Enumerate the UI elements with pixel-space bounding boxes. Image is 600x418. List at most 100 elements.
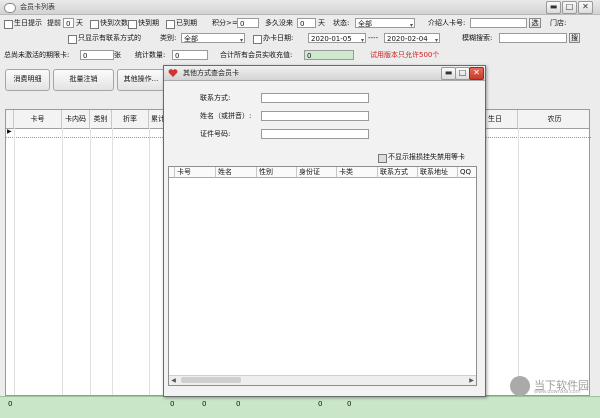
grid-line (518, 128, 519, 395)
col-qq[interactable]: QQ (458, 167, 476, 178)
dialog-minimize-button[interactable]: ▬ (441, 67, 456, 80)
only-contact-label: 只显示有联系方式的 (78, 34, 141, 42)
other-ops-button[interactable]: 其他操作... (117, 69, 165, 91)
days-label: 天 (76, 19, 83, 27)
stat-count-label: 统计数量: (135, 51, 166, 59)
col-contact[interactable]: 联系方式 (378, 167, 418, 178)
date-from-input[interactable]: 2020-01-05 ▾ (308, 33, 366, 43)
minimize-button[interactable]: ▬ (546, 1, 561, 14)
fuzzy-search-label: 模糊搜索: (462, 34, 493, 42)
col-card-type[interactable]: 卡类 (337, 167, 378, 178)
col-name[interactable]: 姓名 (216, 167, 257, 178)
batch-cancel-button[interactable]: 批量注销 (53, 69, 114, 91)
grid-line (62, 128, 63, 395)
status-value: 0 (170, 400, 175, 408)
window-title: 会员卡列表 (20, 3, 55, 11)
referrer-input[interactable] (470, 18, 527, 28)
col-gender[interactable]: 性别 (257, 167, 297, 178)
col-discount[interactable]: 折率 (112, 110, 149, 128)
close-button[interactable]: ✕ (578, 1, 593, 14)
ahead-input[interactable]: 0 (63, 18, 74, 28)
date-to-value: 2020-02-04 (387, 35, 428, 43)
hide-lost-checkbox[interactable] (378, 154, 387, 163)
expired-checkbox[interactable] (166, 20, 175, 29)
window-titlebar: 会员卡列表 ▬ □ ✕ (0, 0, 600, 15)
date-to-input[interactable]: 2020-02-04 ▾ (384, 33, 440, 43)
grid-line (149, 128, 150, 395)
status-value: 0 (236, 400, 241, 408)
absent-value: 0 (300, 20, 305, 28)
status-value: 0 (8, 400, 13, 408)
status-value: 全部 (358, 20, 372, 28)
col-address[interactable]: 联系地址 (418, 167, 458, 178)
maximize-button[interactable]: □ (562, 1, 577, 14)
contact-input[interactable] (261, 93, 369, 103)
col-card-no[interactable]: 卡号 (175, 167, 216, 178)
dialog-close-button[interactable]: ✕ (469, 67, 484, 80)
grid-line (112, 128, 113, 395)
expiring-checkbox[interactable] (128, 20, 137, 29)
birthday-checkbox[interactable] (4, 20, 13, 29)
grid-line (14, 128, 15, 395)
category-value: 全部 (184, 35, 198, 43)
watermark-logo-icon (510, 376, 530, 396)
scroll-right-icon[interactable]: ▶ (467, 376, 476, 385)
stat-count-input: 0 (172, 50, 208, 60)
status-value: 0 (202, 400, 207, 408)
col-category[interactable]: 类别 (90, 110, 112, 128)
card-date-label: 办卡日期: (263, 34, 294, 42)
birthday-label: 生日提示 (14, 19, 42, 27)
recharge-total-input: 0 (304, 50, 354, 60)
consume-detail-button[interactable]: 消费明细 (5, 69, 50, 91)
scrollbar-thumb[interactable] (181, 377, 241, 383)
id-input[interactable] (261, 129, 369, 139)
chevron-down-icon: ▾ (239, 37, 243, 43)
name-input[interactable] (261, 111, 369, 121)
only-contact-checkbox[interactable] (68, 35, 77, 44)
status-label: 状态: (333, 19, 350, 27)
heart-icon (168, 69, 178, 77)
fuzzy-search-input[interactable] (499, 33, 567, 43)
search-member-dialog: 其他方式查会员卡 ▬ □ ✕ 联系方式: 姓名（或拼音）: 证件号码: 不显示报… (163, 65, 486, 397)
date-from-value: 2020-01-05 (311, 35, 352, 43)
horizontal-scrollbar[interactable]: ◀ ▶ (169, 375, 476, 385)
absent-label: 多久没来 (265, 19, 293, 27)
col-lunar[interactable]: 农历 (518, 110, 591, 128)
expiring-count-checkbox[interactable] (90, 20, 99, 29)
search-button[interactable]: 搜 (569, 33, 580, 43)
points-input[interactable]: 0 (237, 18, 259, 28)
category-label: 类别: (160, 34, 177, 42)
select-referrer-button[interactable]: 选 (529, 18, 541, 28)
trial-note: 试用版本只允许500个 (370, 51, 440, 59)
dialog-titlebar: 其他方式查会员卡 ▬ □ ✕ (164, 66, 485, 81)
row-pointer-icon: ▶ (7, 128, 12, 135)
status-value: 0 (318, 400, 323, 408)
status-bar: 0 0 0 0 0 0 (0, 396, 600, 418)
chevron-down-icon: ▾ (434, 37, 438, 43)
stat-count-value: 0 (175, 52, 180, 60)
unactivated-input: 0 (80, 50, 114, 60)
status-select[interactable]: 全部 ▾ (355, 18, 415, 28)
category-select[interactable]: 全部 ▾ (181, 33, 245, 43)
ahead-value: 0 (66, 20, 71, 28)
absent-unit: 天 (318, 19, 325, 27)
referrer-label: 介绍人卡号: (428, 19, 466, 27)
recharge-total-value: 0 (307, 52, 312, 60)
watermark: 当下软件园 www.downxia.com (510, 376, 596, 398)
ahead-label: 提前 (47, 19, 61, 27)
points-value: 0 (240, 20, 245, 28)
scroll-left-icon[interactable]: ◀ (169, 376, 178, 385)
col-inner-code[interactable]: 卡内码 (62, 110, 90, 128)
hide-lost-label: 不显示报损挂失禁用等卡 (388, 153, 465, 161)
col-card-no[interactable]: 卡号 (14, 110, 62, 128)
col-birthday[interactable]: 生日 (485, 110, 518, 128)
dialog-maximize-button[interactable]: □ (455, 67, 470, 80)
card-date-checkbox[interactable] (253, 35, 262, 44)
col-id-card[interactable]: 身份证 (297, 167, 337, 178)
expired-label: 已到期 (176, 19, 197, 27)
absent-input[interactable]: 0 (297, 18, 316, 28)
chevron-down-icon: ▾ (409, 22, 413, 28)
dialog-result-list[interactable]: 卡号 姓名 性别 身份证 卡类 联系方式 联系地址 QQ ◀ ▶ (168, 166, 477, 386)
app-icon (4, 3, 16, 13)
expiring-label: 快到期 (138, 19, 159, 27)
